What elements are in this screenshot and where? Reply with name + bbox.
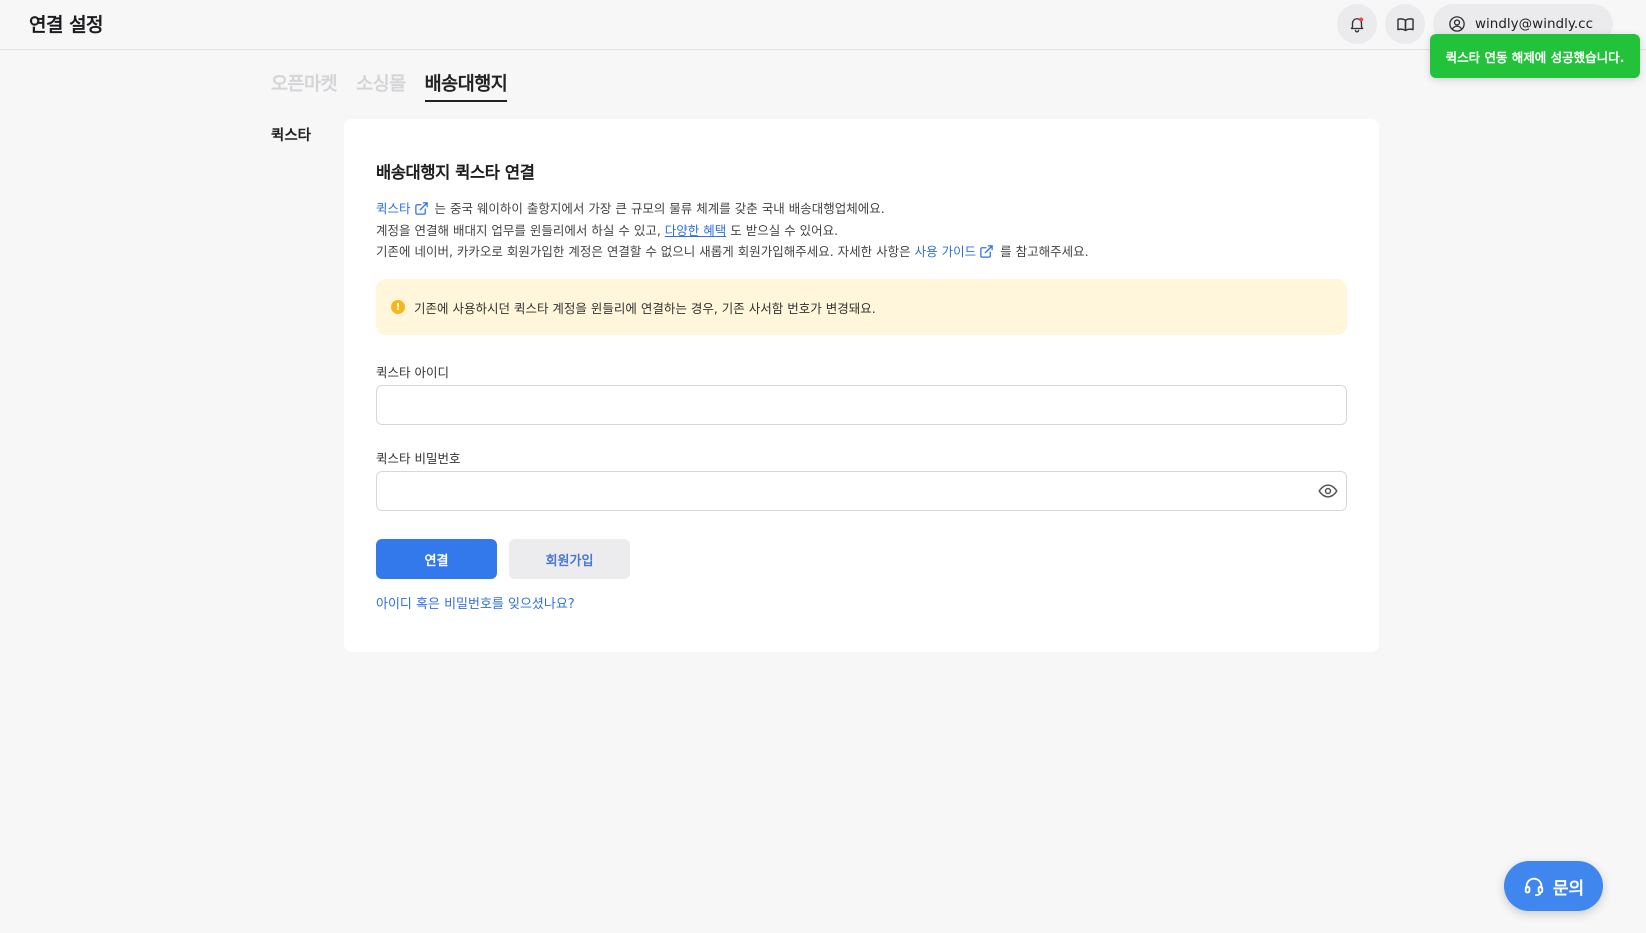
page-title: 연결 설정 xyxy=(29,14,104,36)
toast-notification: 퀵스타 연동 해제에 성공했습니다. xyxy=(1430,34,1640,78)
account-email: windly@windly.cc xyxy=(1475,16,1594,32)
warning-notice: ! 기존에 사용하시던 퀵스타 계정을 윈들리에 연결하는 경우, 기존 사서함… xyxy=(376,279,1347,335)
external-link-icon[interactable] xyxy=(979,244,994,259)
quickstar-link[interactable]: 퀵스타 xyxy=(376,201,411,216)
benefits-link[interactable]: 다양한 혜택 xyxy=(665,223,726,238)
description-line-1: 퀵스타 는 중국 웨이하이 출항지에서 가장 큰 규모의 물류 체계를 갖춘 국… xyxy=(376,198,1356,220)
user-circle-icon xyxy=(1449,16,1465,32)
description: 퀵스타 는 중국 웨이하이 출항지에서 가장 큰 규모의 물류 체계를 갖춘 국… xyxy=(376,198,1356,263)
description-text-2b: 도 받으실 수 있어요. xyxy=(726,222,839,238)
description-line-3: 기존에 네이버, 카카오로 회원가입한 계정은 연결할 수 없으니 새롭게 회원… xyxy=(376,241,1356,263)
contact-label: 문의 xyxy=(1552,878,1585,899)
quickstar-password-input[interactable] xyxy=(376,471,1347,511)
description-text-3b: 를 참고해주세요. xyxy=(996,244,1089,259)
connection-card: 배송대행지 퀵스타 연결 퀵스타 는 중국 웨이하이 출항지에서 가장 큰 규모… xyxy=(344,119,1379,652)
tab-open-market[interactable]: 오픈마켓 xyxy=(271,70,338,102)
signup-button[interactable]: 회원가입 xyxy=(509,539,630,579)
quickstar-id-input[interactable] xyxy=(376,385,1347,425)
contact-button[interactable]: 문의 xyxy=(1504,861,1603,911)
eye-icon[interactable] xyxy=(1318,481,1338,501)
user-guide-link[interactable]: 사용 가이드 xyxy=(915,244,976,259)
notice-text: 기존에 사용하시던 퀵스타 계정을 윈들리에 연결하는 경우, 기존 사서함 번… xyxy=(414,300,876,316)
category-tabs: 오픈마켓 소싱몰 배송대행지 xyxy=(271,70,508,102)
tab-sourcing-mall[interactable]: 소싱몰 xyxy=(356,70,406,102)
guide-button[interactable] xyxy=(1385,4,1425,44)
sidebar-item-quickstar[interactable]: 퀵스타 xyxy=(271,124,311,145)
notification-button[interactable] xyxy=(1337,4,1377,44)
connect-button[interactable]: 연결 xyxy=(376,539,497,579)
forgot-credentials-link[interactable]: 아이디 혹은 비밀번호를 잊으셨나요? xyxy=(376,593,575,612)
card-title: 배송대행지 퀵스타 연결 xyxy=(376,163,535,182)
description-text-2a: 계정을 연결해 배대지 업무를 윈들리에서 하실 수 있고, xyxy=(376,222,665,238)
warning-icon: ! xyxy=(391,300,405,314)
external-link-icon[interactable] xyxy=(414,201,429,216)
book-icon xyxy=(1396,17,1414,31)
description-text-1: 는 중국 웨이하이 출항지에서 가장 큰 규모의 물류 체계를 갖춘 국내 배송… xyxy=(430,201,885,216)
bell-icon xyxy=(1350,17,1364,33)
password-label: 퀵스타 비밀번호 xyxy=(376,451,461,466)
description-line-2: 계정을 연결해 배대지 업무를 윈들리에서 하실 수 있고, 다양한 혜택 도 … xyxy=(376,220,1356,242)
description-text-3a: 기존에 네이버, 카카오로 회원가입한 계정은 연결할 수 없으니 새롭게 회원… xyxy=(376,244,915,259)
id-label: 퀵스타 아이디 xyxy=(376,365,449,380)
headset-icon xyxy=(1524,877,1544,897)
top-bar: 연결 설정 windly@windly.cc xyxy=(0,0,1646,50)
tab-shipping-agent[interactable]: 배송대행지 xyxy=(424,70,508,102)
